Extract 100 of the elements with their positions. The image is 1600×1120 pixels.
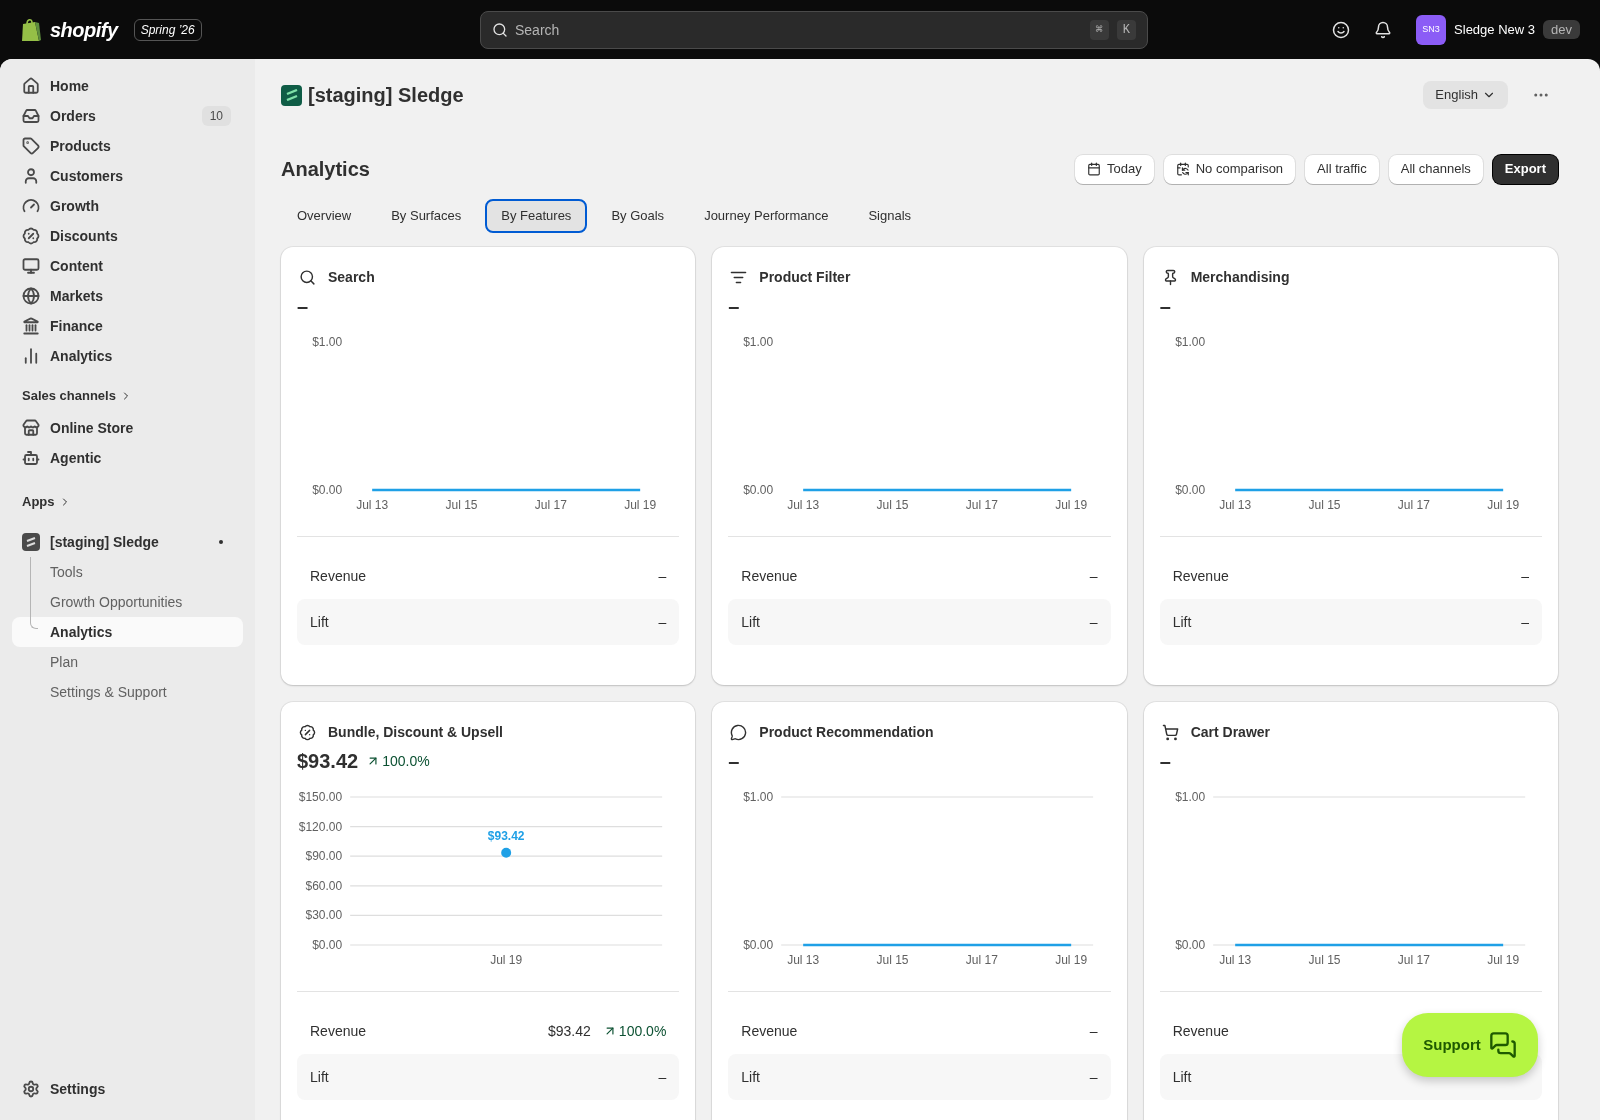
filter-button[interactable]: All traffic (1305, 154, 1379, 184)
face-icon[interactable] (1332, 20, 1351, 39)
sidebar-item[interactable]: Customers (12, 161, 243, 191)
app-icon (22, 533, 40, 551)
card-title: Product Recommendation (759, 723, 934, 742)
sidebar-item[interactable]: Home (12, 71, 243, 101)
page-title: Analytics (281, 157, 371, 182)
y-axis-label: $0.00 (743, 483, 774, 497)
sidebar-item[interactable]: Settings (12, 1074, 243, 1104)
card-title: Merchandising (1190, 268, 1290, 287)
search-icon (299, 269, 316, 286)
metric-value: – (658, 566, 667, 586)
metric-value: – (658, 612, 667, 632)
metric-label: Lift (310, 612, 329, 632)
y-axis-label: $90.00 (305, 849, 343, 864)
tab[interactable]: By Features (485, 199, 588, 233)
sidebar-item[interactable]: Settings & Support (12, 677, 243, 707)
sidebar-item[interactable]: Agentic (12, 443, 243, 473)
sidebar-item[interactable]: Online Store (12, 413, 243, 443)
sidebar-item[interactable]: Analytics (12, 341, 243, 371)
store-name: Sledge New 3 (1454, 20, 1536, 39)
change-indicator: 100.0% (602, 1020, 667, 1042)
sidebar-item[interactable]: Content (12, 251, 243, 281)
filter-button[interactable]: All channels (1388, 154, 1483, 184)
sidebar-item[interactable]: Markets (12, 281, 243, 311)
sidebar-item[interactable]: Plan (12, 647, 243, 677)
x-axis-label: Jul 13 (787, 498, 820, 512)
filter-button[interactable]: Today (1074, 154, 1154, 184)
x-axis-label: Jul 13 (1218, 498, 1251, 512)
metric-label: Lift (1172, 1067, 1192, 1087)
y-axis-label: $1.00 (743, 335, 774, 349)
inbox-icon (22, 107, 40, 125)
x-axis-label: Jul 15 (876, 953, 909, 967)
monitor-icon (22, 257, 40, 275)
y-axis-label: $0.00 (743, 938, 774, 952)
metric-label: Revenue (310, 566, 367, 586)
section-heading[interactable]: Sales channels (22, 386, 116, 406)
store-menu[interactable]: SN3 Sledge New 3 dev (1416, 14, 1580, 45)
x-axis-label: Jul 13 (1218, 953, 1251, 967)
x-axis-label: Jul 17 (1397, 953, 1430, 967)
total-value: $93.42 (297, 749, 359, 774)
metric-value: – (1089, 566, 1098, 586)
tab[interactable]: Overview (281, 199, 368, 233)
chat-bubble-icon (730, 724, 748, 741)
metric-value: – (1089, 612, 1098, 632)
change-indicator: 100.0% (366, 750, 430, 772)
card-title: Cart Drawer (1190, 723, 1271, 742)
sidebar-item[interactable]: Growth Opportunities (12, 587, 243, 617)
support-button[interactable]: Support (1402, 1013, 1538, 1077)
data-label: $93.42 (487, 828, 525, 843)
metric-value: – (1089, 1067, 1098, 1087)
total-value: – (728, 749, 740, 774)
x-axis-label: Jul 17 (534, 498, 567, 512)
data-point (501, 847, 512, 858)
x-axis-label: Jul 15 (876, 498, 909, 512)
bank-icon (22, 317, 40, 335)
section-heading[interactable]: Apps (22, 492, 55, 512)
sidebar-item[interactable]: Products (12, 131, 243, 161)
metric-label: Revenue (741, 566, 798, 586)
y-axis-label: $1.00 (743, 790, 774, 804)
sidebar-item[interactable]: Growth (12, 191, 243, 221)
tab[interactable]: Signals (852, 199, 928, 233)
tab[interactable]: Journey Performance (688, 199, 845, 233)
shopping-bag-logo-icon (20, 16, 42, 43)
calendar-icon (1086, 162, 1101, 176)
discount-badge-icon (299, 724, 316, 741)
tab[interactable]: By Goals (595, 199, 681, 233)
x-axis-label: Jul 17 (966, 498, 999, 512)
y-axis-label: $0.00 (312, 938, 343, 952)
metric-label: Lift (1172, 612, 1192, 632)
x-axis-label: Jul 19 (490, 953, 523, 967)
metric-value: $93.42 (548, 1021, 591, 1041)
x-axis-label: Jul 19 (1486, 498, 1519, 512)
globe-icon (22, 287, 40, 305)
sidebar-item[interactable]: Orders 10 (12, 101, 243, 131)
discount-badge-icon (22, 227, 40, 245)
sidebar-item[interactable]: [staging] Sledge (12, 527, 243, 557)
brand-name: shopify (50, 17, 118, 43)
metric-label: Lift (310, 1067, 329, 1087)
app-logo-icon (281, 84, 302, 106)
y-axis-label: $30.00 (305, 908, 343, 923)
y-axis-label: $0.00 (312, 483, 343, 497)
language-select[interactable]: English (1423, 81, 1508, 109)
sidebar-item[interactable]: Tools (12, 557, 243, 587)
y-axis-label: $0.00 (1174, 938, 1205, 952)
x-axis-label: Jul 13 (356, 498, 389, 512)
x-axis-label: Jul 15 (445, 498, 478, 512)
gear-icon (22, 1080, 40, 1098)
export-button[interactable]: Export (1492, 154, 1558, 184)
filter-button[interactable]: No comparison (1163, 154, 1296, 184)
y-axis-label: $1.00 (1174, 335, 1205, 349)
sidebar-item[interactable]: Analytics (12, 617, 243, 647)
x-axis-label: Jul 15 (1308, 953, 1341, 967)
sidebar-item[interactable]: Finance (12, 311, 243, 341)
sidebar-item[interactable]: Discounts (12, 221, 243, 251)
app-title: [staging] Sledge (308, 83, 465, 108)
metric-value: – (1521, 566, 1529, 586)
tab[interactable]: By Surfaces (375, 199, 478, 233)
bell-icon[interactable] (1374, 20, 1393, 39)
x-axis-label: Jul 19 (1055, 953, 1088, 967)
